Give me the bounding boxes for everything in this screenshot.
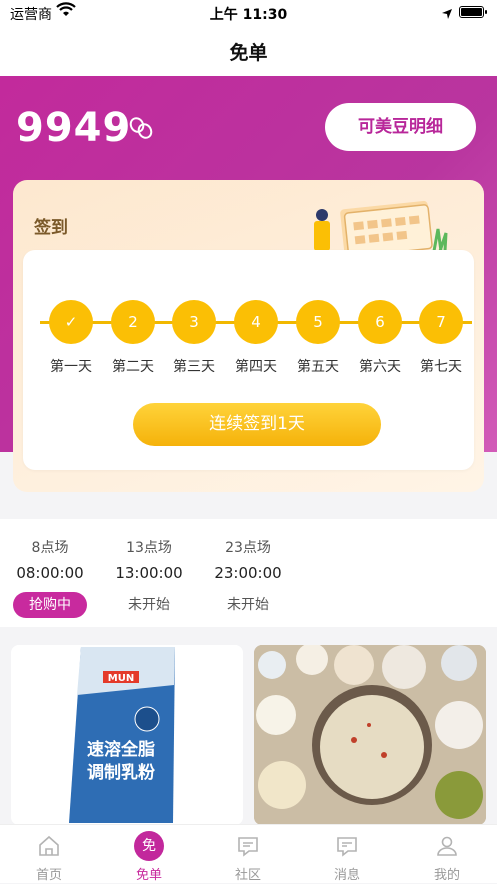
checkin-day-1-circle: ✓ (49, 300, 93, 344)
product-brand: MUN (108, 673, 134, 684)
tab-profile-label: 我的 (433, 868, 460, 883)
session-3-time: 23:00:00 (214, 564, 282, 582)
tab-home-label: 首页 (35, 868, 62, 883)
calendar-illustration-icon (306, 193, 456, 258)
tab-community[interactable]: 社区 (208, 825, 288, 884)
session-2-time: 13:00:00 (115, 564, 183, 582)
checkin-day-7-circle: 7 (419, 300, 463, 344)
checkin-day-4-circle: 4 (234, 300, 278, 344)
product-title-line2: 调制乳粉 (87, 762, 155, 783)
checkin-day-3-circle: 3 (172, 300, 216, 344)
home-icon (37, 834, 61, 858)
checkin-day-6-circle: 6 (358, 300, 402, 344)
tab-community-label: 社区 (234, 868, 261, 883)
product-title-line1: 速溶全脂 (87, 739, 155, 760)
tab-free[interactable]: 免 免单 (109, 825, 189, 884)
checkin-day-1-label: 第一天 (50, 359, 92, 375)
location-arrow-icon (441, 5, 453, 24)
checkin-day-2-label: 第二天 (112, 359, 154, 375)
community-icon (236, 834, 260, 858)
session-2-name[interactable]: 13点场 (99, 537, 199, 557)
milk-powder-image: MUN 速溶全脂 调制乳粉 (11, 645, 243, 825)
beans-balance: 9949 (16, 105, 132, 151)
session-1-time: 08:00:00 (16, 564, 84, 582)
checkin-day-7-label: 第七天 (420, 359, 462, 375)
checkin-day-5-label: 第五天 (297, 359, 339, 375)
session-3-name[interactable]: 23点场 (198, 537, 298, 557)
status-bar: 运营商 上午 11:30 (0, 0, 497, 26)
tab-bar: 首页 免 免单 社区 消息 我的 (0, 824, 497, 883)
checkin-day-3-label: 第三天 (173, 359, 215, 375)
battery-icon (459, 6, 487, 18)
message-icon (335, 834, 359, 858)
product-card-hotpot[interactable] (254, 645, 486, 825)
checkin-button[interactable]: 连续签到1天 (133, 403, 381, 446)
free-badge-icon: 免 (134, 831, 164, 861)
tab-messages-label: 消息 (333, 868, 360, 883)
product-card-milk-powder[interactable]: MUN 速溶全脂 调制乳粉 (11, 645, 243, 825)
clock: 上午 11:30 (209, 7, 288, 23)
page-title: 免单 (229, 42, 268, 64)
checkin-day-4-label: 第四天 (235, 359, 277, 375)
session-1-status[interactable]: 抢购中 (13, 592, 87, 618)
bean-detail-button[interactable]: 可美豆明细 (325, 103, 476, 151)
tab-profile[interactable]: 我的 (407, 825, 487, 884)
checkin-day-5-circle: 5 (296, 300, 340, 344)
session-1-name[interactable]: 8点场 (0, 537, 100, 557)
hotpot-image (254, 645, 486, 825)
profile-icon (435, 834, 459, 858)
checkin-day-2-circle: 2 (111, 300, 155, 344)
tab-home[interactable]: 首页 (9, 825, 89, 884)
checkin-title: 签到 (34, 218, 68, 238)
tab-free-label: 免单 (135, 868, 162, 883)
checkin-day-6-label: 第六天 (359, 359, 401, 375)
navigation-bar: 免单 (0, 26, 497, 76)
bean-icon (128, 116, 154, 144)
tab-messages[interactable]: 消息 (307, 825, 387, 884)
session-3-status[interactable]: 未开始 (208, 592, 288, 618)
session-2-status[interactable]: 未开始 (109, 592, 189, 618)
